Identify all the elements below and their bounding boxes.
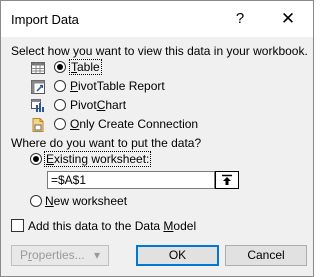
radio-table[interactable]	[54, 61, 66, 73]
pivottable-report-icon	[31, 80, 45, 94]
connection-icon	[32, 118, 44, 132]
radio-pivottable-report[interactable]	[54, 80, 66, 92]
radio-new-worksheet-label[interactable]: New worksheet	[45, 194, 127, 208]
help-button[interactable]: ?	[223, 4, 257, 34]
data-model-label[interactable]: Add this data to the Data Model	[28, 219, 196, 233]
location-prompt-label: Where do you want to put the data?	[11, 136, 202, 150]
close-button[interactable]: ✕	[271, 4, 305, 34]
cancel-button[interactable]: Cancel	[225, 245, 307, 266]
dropdown-arrow-icon: ▾	[94, 248, 101, 262]
data-model-checkbox[interactable]	[11, 219, 24, 232]
import-data-dialog: Import Data ? ✕ Select how you want to v…	[0, 0, 314, 277]
collapse-dialog-button[interactable]	[215, 171, 239, 189]
radio-pivottable-report-label[interactable]: PivotTable Report	[70, 79, 165, 93]
radio-only-create-connection[interactable]	[54, 118, 66, 130]
view-prompt-label: Select how you want to view this data in…	[11, 44, 308, 58]
radio-only-create-connection-label[interactable]: Only Create Connection	[70, 117, 198, 131]
pivotchart-icon	[31, 99, 44, 112]
radio-pivotchart-label[interactable]: PivotChart	[70, 98, 126, 112]
radio-pivotchart[interactable]	[54, 99, 66, 111]
radio-existing-worksheet-label[interactable]: Existing worksheet:	[43, 151, 152, 167]
dialog-title: Import Data	[11, 12, 79, 27]
radio-table-label[interactable]: Table	[69, 59, 102, 75]
ok-button[interactable]: OK	[136, 245, 219, 266]
radio-new-worksheet[interactable]	[30, 195, 42, 207]
range-selector-icon	[222, 174, 232, 185]
cell-reference-input[interactable]: =$A$1	[47, 171, 215, 189]
title-bar: Import Data ? ✕	[1, 1, 313, 37]
properties-button[interactable]: Properties... ▾	[11, 245, 109, 266]
table-icon	[31, 62, 45, 74]
radio-existing-worksheet[interactable]	[30, 153, 42, 165]
